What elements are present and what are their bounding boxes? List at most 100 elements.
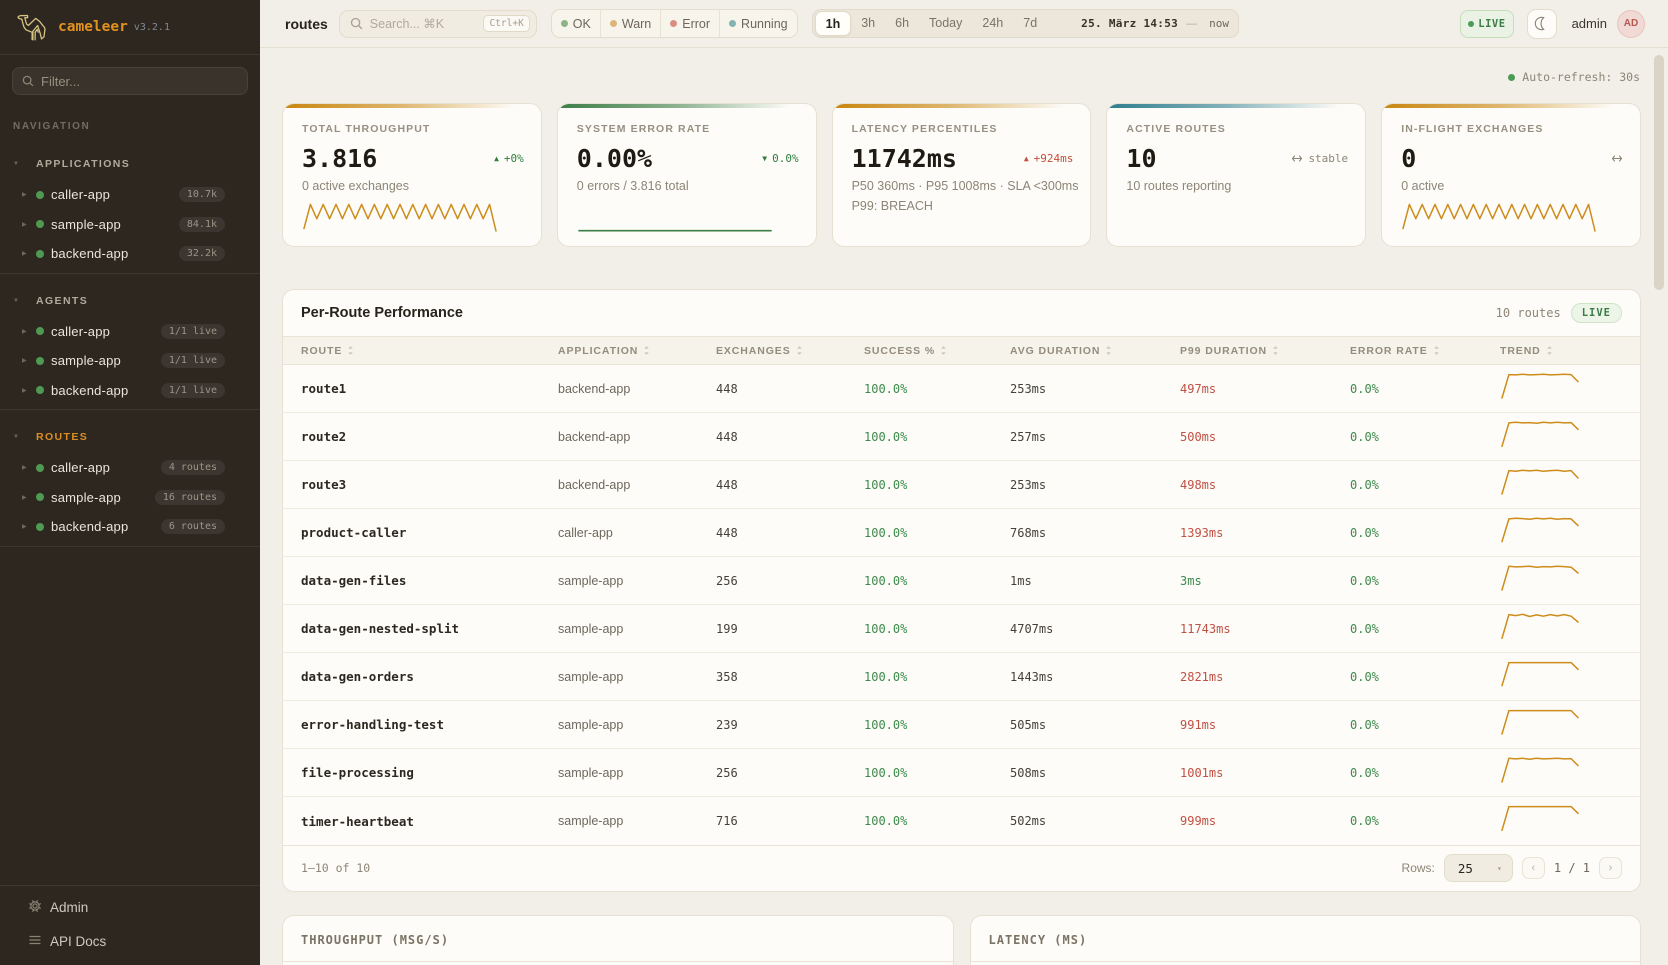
search-icon — [22, 75, 34, 87]
gear-icon — [28, 899, 42, 913]
cell-application: sample-app — [558, 622, 716, 636]
time-range-1h[interactable]: 1h — [815, 11, 852, 36]
sidebar-item-backend-app[interactable]: ▶backend-app6 routes — [0, 512, 260, 542]
sort-icon — [1433, 345, 1440, 356]
kpi-accent-strip — [558, 104, 816, 108]
status-dot-icon — [36, 523, 44, 531]
table-row-file-processing[interactable]: file-processingsample-app256100.0%508ms1… — [283, 749, 1640, 797]
status-filter-error[interactable]: Error — [661, 10, 720, 37]
cell-application: backend-app — [558, 478, 716, 492]
sidebar-item-sample-app[interactable]: ▶sample-app16 routes — [0, 483, 260, 513]
kpi-card-system-error-rate: SYSTEM ERROR RATE0.00%▼0.0%0 errors / 3.… — [557, 103, 817, 247]
scrollbar-thumb[interactable] — [1654, 55, 1664, 290]
sidebar-item-backend-app[interactable]: ▶backend-app32.2k — [0, 239, 260, 269]
rows-per-page-select[interactable]: 25 ▾ — [1444, 854, 1513, 882]
sidebar-footer-admin[interactable]: Admin — [0, 890, 260, 924]
kpi-subtext: 10 routes reporting — [1126, 179, 1348, 193]
table-row-data-gen-orders[interactable]: data-gen-orderssample-app358100.0%1443ms… — [283, 653, 1640, 701]
cell-route: route2 — [283, 429, 558, 444]
kpi-value: 0.00% — [577, 144, 652, 173]
sidebar-item-label: sample-app — [51, 490, 121, 505]
nav-section-header-routes[interactable]: ▼ROUTES — [0, 423, 260, 451]
nav-section-label: AGENTS — [36, 295, 88, 307]
sidebar-item-label: sample-app — [51, 217, 121, 232]
time-range-3h[interactable]: 3h — [851, 11, 885, 36]
cell-success: 100.0% — [864, 814, 1010, 828]
sidebar-item-backend-app[interactable]: ▶backend-app1/1 live — [0, 376, 260, 406]
kpi-card-total-throughput: TOTAL THROUGHPUT3.816▲+0%0 active exchan… — [282, 103, 542, 247]
rows-per-page-label: Rows: — [1402, 861, 1435, 875]
chevron-right-icon: ▶ — [22, 357, 36, 364]
sidebar-footer-api-docs[interactable]: API Docs — [0, 924, 260, 958]
chevron-right-icon: ▶ — [22, 387, 36, 394]
nav-section-header-applications[interactable]: ▼APPLICATIONS — [0, 150, 260, 178]
kpi-accent-strip — [833, 104, 1091, 108]
column-header-exchanges[interactable]: EXCHANGES — [716, 345, 864, 357]
auto-refresh-status: Auto-refresh: 30s — [282, 70, 1640, 84]
kpi-value: 3.816 — [302, 144, 377, 173]
time-range-6h[interactable]: 6h — [885, 11, 919, 36]
chevron-down-icon: ▼ — [13, 298, 25, 304]
status-filter-label: Warn — [622, 17, 651, 31]
table-row-route2[interactable]: route2backend-app448100.0%257ms500ms0.0% — [283, 413, 1640, 461]
column-header-p99-duration[interactable]: P99 DURATION — [1180, 345, 1350, 357]
table-row-error-handling-test[interactable]: error-handling-testsample-app239100.0%50… — [283, 701, 1640, 749]
sidebar-item-badge: 1/1 live — [161, 383, 225, 398]
kpi-value-row: 0.00%▼0.0% — [577, 143, 799, 173]
trend-sparkline — [1500, 371, 1580, 407]
live-toggle-button[interactable]: LIVE — [1460, 10, 1513, 38]
sidebar-filter-input[interactable]: Filter... — [12, 67, 248, 95]
table-row-data-gen-files[interactable]: data-gen-filessample-app256100.0%1ms3ms0… — [283, 557, 1640, 605]
column-header-success-[interactable]: SUCCESS % — [864, 345, 1010, 357]
sidebar-item-sample-app[interactable]: ▶sample-app1/1 live — [0, 346, 260, 376]
scrollbar-track[interactable] — [1654, 48, 1664, 965]
avatar[interactable]: AD — [1617, 10, 1645, 38]
column-header-avg-duration[interactable]: AVG DURATION — [1010, 345, 1180, 357]
prev-page-button[interactable]: ‹ — [1522, 857, 1545, 879]
next-page-button[interactable]: › — [1599, 857, 1622, 879]
username-label: admin — [1572, 16, 1607, 31]
app-logo[interactable]: cameleer v3.2.1 — [0, 0, 260, 55]
cell-application: backend-app — [558, 382, 716, 396]
sidebar-item-caller-app[interactable]: ▶caller-app10.7k — [0, 180, 260, 210]
nav-section-header-agents[interactable]: ▼ AGENTS — [0, 287, 260, 315]
kpi-accent-strip — [1107, 104, 1365, 108]
table-row-route3[interactable]: route3backend-app448100.0%253ms498ms0.0% — [283, 461, 1640, 509]
auto-refresh-dot-icon — [1508, 74, 1515, 81]
time-range-now[interactable]: now — [1197, 17, 1236, 30]
cell-route: route1 — [283, 381, 558, 396]
sidebar-item-sample-app[interactable]: ▶sample-app84.1k — [0, 210, 260, 240]
time-range-24h[interactable]: 24h — [972, 11, 1013, 36]
table-row-route1[interactable]: route1backend-app448100.0%253ms497ms0.0% — [283, 365, 1640, 413]
search-input[interactable]: Search... ⌘K Ctrl+K — [339, 10, 537, 38]
sidebar-item-caller-app[interactable]: ▶caller-app4 routes — [0, 453, 260, 483]
cell-error-rate: 0.0% — [1350, 814, 1500, 828]
moon-icon — [1534, 16, 1549, 31]
cell-trend — [1500, 755, 1640, 791]
time-range-7d[interactable]: 7d — [1013, 11, 1047, 36]
cell-p99-duration: 991ms — [1180, 718, 1350, 732]
auto-refresh-label: Auto-refresh: 30s — [1522, 70, 1640, 84]
table-row-data-gen-nested-split[interactable]: data-gen-nested-splitsample-app199100.0%… — [283, 605, 1640, 653]
column-header-application[interactable]: APPLICATION — [558, 345, 716, 357]
cell-avg-duration: 1ms — [1010, 574, 1180, 588]
status-filter-ok[interactable]: OK — [552, 10, 601, 37]
cell-application: sample-app — [558, 718, 716, 732]
time-range-date: 25. März 14:53 — [1047, 17, 1186, 30]
trend-sparkline — [1500, 515, 1580, 551]
theme-toggle-button[interactable] — [1527, 9, 1557, 39]
sidebar-spacer — [0, 547, 260, 886]
status-filter-warn[interactable]: Warn — [601, 10, 661, 37]
column-header-route[interactable]: ROUTE — [283, 345, 558, 357]
time-range-dash: — — [1186, 18, 1197, 30]
cell-exchanges: 239 — [716, 718, 864, 732]
table-row-timer-heartbeat[interactable]: timer-heartbeatsample-app716100.0%502ms9… — [283, 797, 1640, 845]
sidebar-item-label: caller-app — [51, 324, 110, 339]
time-range-today[interactable]: Today — [919, 11, 972, 36]
column-header-error-rate[interactable]: ERROR RATE — [1350, 345, 1500, 357]
sort-icon — [347, 345, 354, 356]
column-header-trend[interactable]: TREND — [1500, 345, 1640, 357]
table-row-product-caller[interactable]: product-callercaller-app448100.0%768ms13… — [283, 509, 1640, 557]
status-filter-running[interactable]: Running — [720, 10, 797, 37]
sidebar-item-caller-app[interactable]: ▶caller-app1/1 live — [0, 317, 260, 347]
